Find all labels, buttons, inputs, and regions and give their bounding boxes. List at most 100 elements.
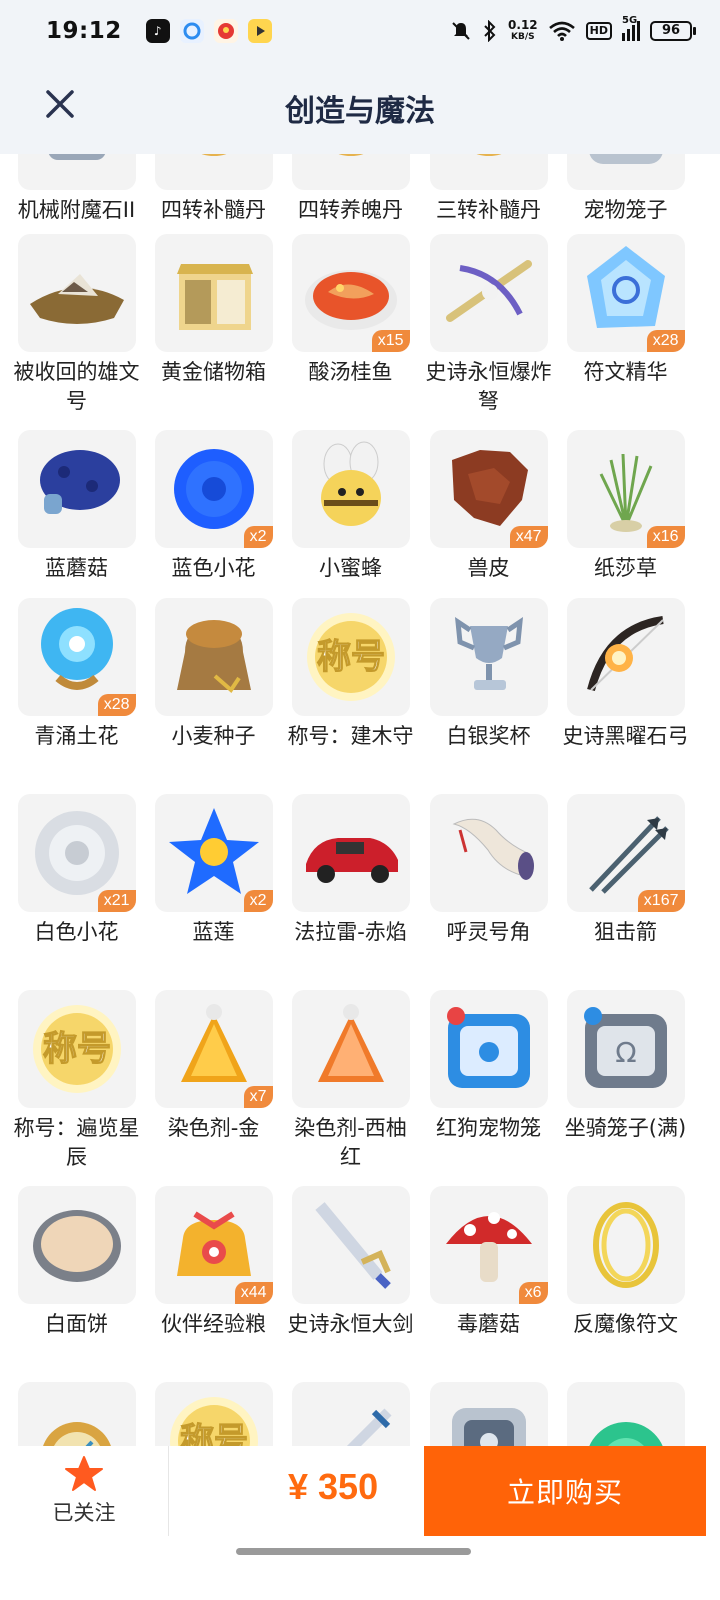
follow-button[interactable]: 已关注	[0, 1446, 168, 1536]
item-card[interactable]: x2 蓝莲	[145, 794, 282, 947]
item-thumbnail: x7	[154, 990, 273, 1108]
svg-text:Ω: Ω	[615, 1036, 636, 1069]
item-card[interactable]: 三转补髓丹	[420, 154, 557, 225]
item-thumbnail	[291, 1382, 410, 1446]
compass-icon	[42, 1422, 111, 1446]
item-name: 兽皮	[467, 556, 510, 580]
bluetooth-icon	[484, 20, 496, 42]
item-thumbnail	[566, 1186, 685, 1304]
home-indicator[interactable]	[236, 1548, 471, 1555]
net-speed-unit: KB/S	[511, 32, 535, 42]
item-card[interactable]: 法拉雷-赤焰	[282, 794, 419, 947]
item-card[interactable]: 称号 称号：遍览星辰	[8, 990, 145, 1172]
battery-level: 96	[650, 21, 692, 41]
net-speed-value: 0.12	[508, 18, 538, 32]
item-name: 蓝色小花	[171, 556, 256, 580]
signal-icon: 5G	[622, 15, 640, 41]
item-thumbnail	[291, 430, 410, 548]
item-card[interactable]: 呼灵号角	[420, 794, 557, 947]
pet-cage-blue-icon	[446, 1007, 530, 1088]
item-thumbnail: x28	[17, 598, 136, 716]
item-thumbnail: x21	[17, 794, 136, 912]
item-name: 酸汤桂鱼	[308, 360, 393, 384]
item-name: 四转养魄丹	[298, 198, 403, 222]
item-card[interactable]: x44 伙伴经验粮	[145, 1186, 282, 1339]
item-card[interactable]: 机械附魔石II	[8, 154, 145, 225]
pet-cage-icon	[589, 154, 662, 164]
item-card[interactable]: 红狗宠物笼	[420, 990, 557, 1143]
item-card[interactable]: 白银奖杯	[420, 598, 557, 751]
item-thumbnail	[291, 1186, 410, 1304]
item-name: 三转补髓丹	[436, 198, 541, 222]
item-name: 白银奖杯	[446, 724, 531, 748]
item-card[interactable]: x47 兽皮	[420, 430, 557, 583]
item-card[interactable]: 小麦种子	[145, 598, 282, 751]
divider	[168, 1446, 169, 1536]
sword-icon	[346, 1408, 392, 1446]
item-card[interactable]: 反魔像符文	[557, 1186, 694, 1339]
item-card[interactable]: 蓝蘑菇	[8, 430, 145, 583]
item-card[interactable]: 染色剂-西柚红	[282, 990, 419, 1172]
item-name: 符文精华	[583, 360, 668, 384]
item-card[interactable]: 被收回的雄文号	[8, 234, 145, 416]
item-card[interactable]: x15 酸汤桂鱼	[282, 234, 419, 387]
item-name: 染色剂-西柚红	[294, 1116, 407, 1169]
item-card[interactable]: x28 青涌土花	[8, 598, 145, 751]
item-name: 白色小花	[34, 920, 119, 944]
item-grid[interactable]: 机械附魔石II 四转补髓丹 四转养魄丹 三转补髓丹 宠物笼子 被收回的雄文号 黄金储物箱 x1…	[0, 154, 720, 1446]
item-name: 反魔像符文	[573, 1312, 678, 1336]
item-thumbnail	[429, 990, 548, 1108]
item-thumbnail	[17, 234, 136, 352]
price: ¥ 350	[288, 1466, 379, 1507]
item-card[interactable]: 黄金储物箱	[145, 234, 282, 387]
item-name: 呼灵号角	[446, 920, 531, 944]
item-name: 青涌土花	[34, 724, 119, 748]
item-card[interactable]: x167 狙击箭	[557, 794, 694, 947]
item-name: 纸莎草	[594, 556, 657, 580]
item-thumbnail	[429, 234, 548, 352]
item-card[interactable]: x16 纸莎草	[557, 430, 694, 583]
item-card[interactable]: 小蜜蜂	[282, 430, 419, 583]
item-count-badge: x44	[234, 1282, 273, 1304]
item-count-badge: x16	[646, 526, 685, 548]
item-card[interactable]: x2 蓝色小花	[145, 430, 282, 583]
enchant-stone-icon	[48, 154, 105, 160]
item-card[interactable]: x6 毒蘑菇	[420, 1186, 557, 1339]
item-card[interactable]: x7 染色剂-金	[145, 990, 282, 1143]
item-card[interactable]: 史诗永恒大剑	[282, 1186, 419, 1339]
item-card[interactable]: 四转养魄丹	[282, 154, 419, 225]
item-card[interactable]: x28 符文精华	[557, 234, 694, 387]
item-card[interactable]: 四转补髓丹	[145, 154, 282, 225]
item-card[interactable]	[557, 1382, 694, 1446]
item-name: 史诗永恒大剑	[287, 1312, 414, 1336]
item-card[interactable]: Ω 坐骑笼子(满)	[557, 990, 694, 1143]
item-card[interactable]: 白面饼	[8, 1186, 145, 1339]
svg-text:称号: 称号	[317, 637, 385, 677]
item-name: 红狗宠物笼	[436, 1116, 541, 1140]
item-name: 宠物笼子	[583, 198, 668, 222]
mount-cage-icon: Ω	[583, 1007, 667, 1088]
buy-now-button[interactable]: 立即购买	[424, 1446, 706, 1536]
item-card[interactable]	[420, 1382, 557, 1446]
item-card[interactable]: 史诗黑曜石弓	[557, 598, 694, 751]
item-thumbnail: x2	[154, 430, 273, 548]
item-card[interactable]	[282, 1382, 419, 1446]
item-name: 称号：遍览星辰	[13, 1116, 140, 1169]
item-thumbnail	[291, 990, 410, 1108]
golden-chest-icon	[176, 264, 253, 330]
wifi-icon	[548, 21, 575, 41]
item-card[interactable]: 史诗永恒爆炸弩	[420, 234, 557, 416]
item-card[interactable]	[8, 1382, 145, 1446]
item-card[interactable]: 称号	[145, 1382, 282, 1446]
star-icon	[65, 1456, 103, 1491]
item-card[interactable]: 称号 称号：建木守	[282, 598, 419, 751]
item-name: 白面饼	[45, 1312, 108, 1336]
header: 创造与魔法	[0, 62, 720, 154]
item-name: 蓝莲	[192, 920, 235, 944]
item-card[interactable]: x21 白色小花	[8, 794, 145, 947]
item-card[interactable]: 宠物笼子	[557, 154, 694, 225]
item-thumbnail	[154, 154, 273, 190]
item-name: 机械附魔石II	[17, 198, 136, 222]
svg-text:称号: 称号	[180, 1421, 248, 1446]
item-thumbnail	[17, 154, 136, 190]
